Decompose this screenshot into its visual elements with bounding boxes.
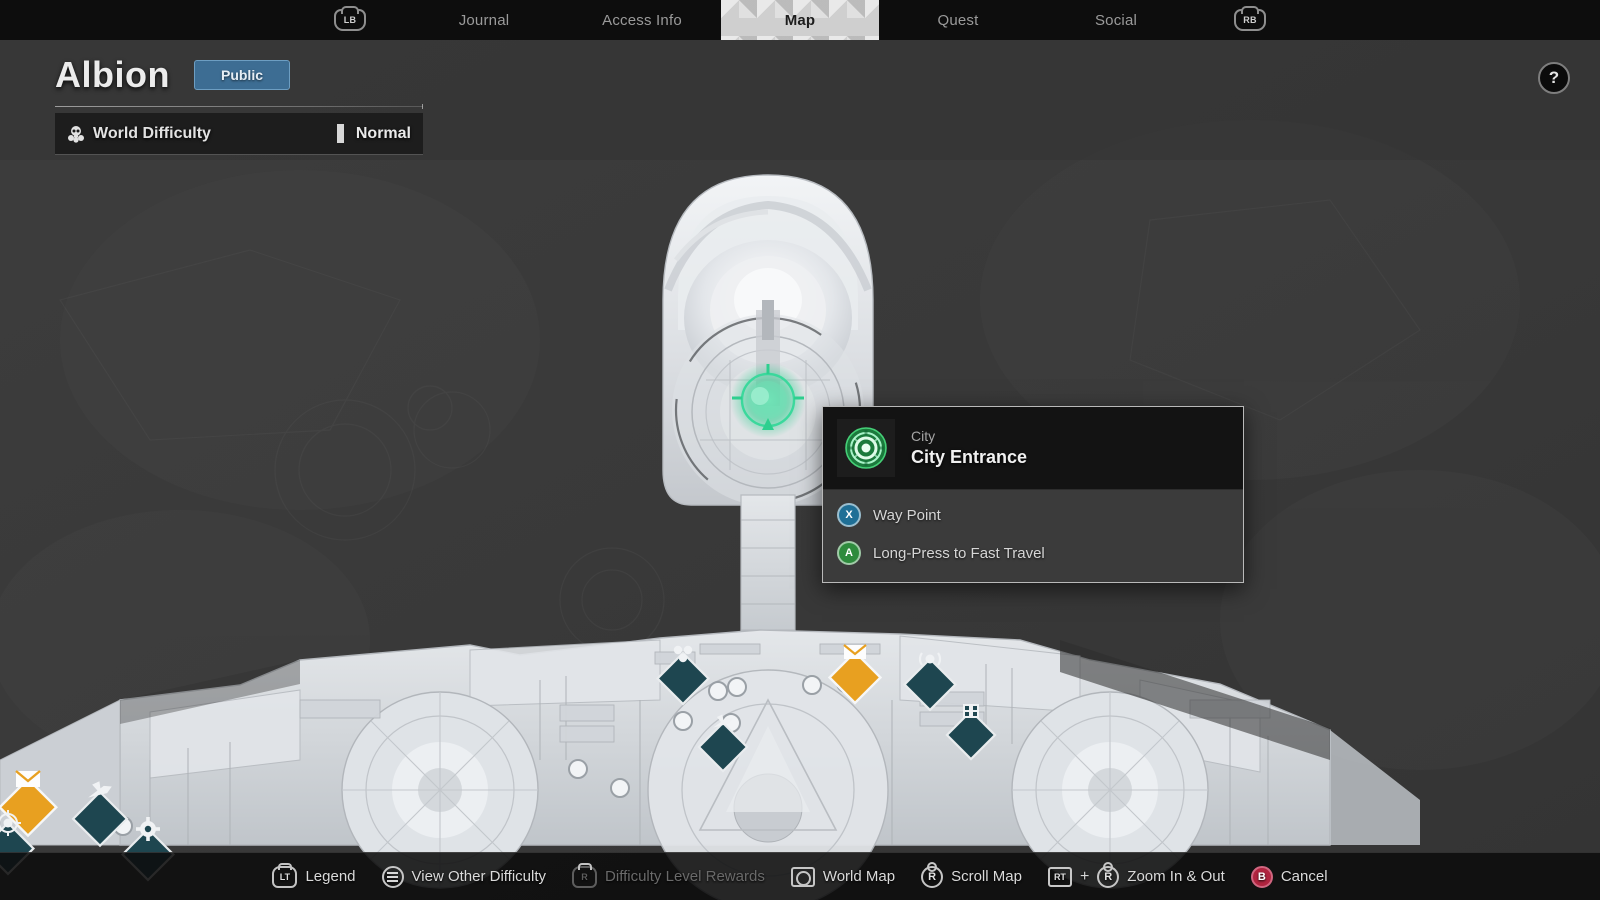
bottom-action-legend-label: Legend bbox=[305, 868, 356, 885]
rt-button-icon: RT bbox=[1047, 866, 1072, 887]
difficulty-level-bar bbox=[336, 124, 344, 143]
tab-quest-label: Quest bbox=[937, 11, 979, 29]
bottom-action-difficulty-level-rewards-label: Difficulty Level Rewards bbox=[605, 868, 765, 885]
menu-icon bbox=[381, 865, 404, 888]
page-title: Albion bbox=[55, 54, 170, 95]
tab-social-label: Social bbox=[1094, 11, 1138, 29]
bottom-action-zoom[interactable]: RT + R Zoom In & Out bbox=[1047, 865, 1225, 888]
bottom-action-cancel-label: Cancel bbox=[1280, 868, 1328, 885]
tab-journal[interactable]: Journal bbox=[405, 0, 563, 40]
bottom-action-legend[interactable]: LT Legend bbox=[272, 865, 356, 888]
bottom-action-cancel[interactable]: B Cancel bbox=[1250, 865, 1328, 888]
tooltip-category: City bbox=[911, 428, 936, 444]
b-button-icon: B bbox=[1250, 865, 1273, 888]
city-entrance-glyph bbox=[845, 427, 887, 469]
world-difficulty-left: World Difficulty bbox=[67, 125, 337, 143]
tab-journal-label: Journal bbox=[458, 11, 510, 29]
question-mark-icon: ? bbox=[1548, 68, 1560, 87]
world-difficulty-row[interactable]: World Difficulty Normal bbox=[55, 113, 423, 155]
world-map-icon bbox=[790, 866, 815, 887]
bottom-action-scroll-map-label: Scroll Map bbox=[951, 868, 1022, 885]
bottom-action-world-map[interactable]: World Map bbox=[790, 866, 896, 887]
bottom-action-bar: LT Legend View Other Difficulty R Diffic… bbox=[0, 852, 1600, 900]
right-stick-icon-2: R bbox=[1097, 865, 1120, 888]
tab-social[interactable]: Social bbox=[1037, 0, 1195, 40]
lt-trigger-icon: LT bbox=[272, 865, 298, 888]
header-divider bbox=[55, 104, 423, 109]
a-button-icon: A bbox=[837, 541, 861, 565]
left-bumper-button[interactable]: LB bbox=[295, 0, 405, 40]
rb-label: RB bbox=[1243, 15, 1257, 25]
action-way-point-label: Way Point bbox=[873, 506, 941, 524]
header-panel: Albion Public World Difficulty Normal ? bbox=[0, 40, 1600, 155]
action-fast-travel-label: Long-Press to Fast Travel bbox=[873, 544, 1045, 562]
bottom-action-view-other-difficulty-label: View Other Difficulty bbox=[411, 868, 547, 885]
lb-icon: LB bbox=[334, 9, 366, 31]
action-fast-travel[interactable]: A Long-Press to Fast Travel bbox=[823, 534, 1243, 572]
bottom-action-zoom-label: Zoom In & Out bbox=[1127, 868, 1225, 885]
tooltip-actions: X Way Point A Long-Press to Fast Travel bbox=[823, 490, 1243, 582]
bottom-action-scroll-map[interactable]: R Scroll Map bbox=[921, 865, 1022, 888]
bottom-action-world-map-label: World Map bbox=[822, 868, 896, 885]
title-row: Albion Public bbox=[0, 40, 1600, 96]
rt-trigger-icon: R bbox=[572, 865, 598, 888]
bottom-action-view-other-difficulty[interactable]: View Other Difficulty bbox=[381, 865, 547, 888]
map-marker-tooltip: City City Entrance X Way Point A Long-Pr… bbox=[822, 406, 1244, 583]
right-bumper-button[interactable]: RB bbox=[1195, 0, 1305, 40]
rb-icon: RB bbox=[1234, 9, 1266, 31]
action-way-point[interactable]: X Way Point bbox=[823, 496, 1243, 534]
world-difficulty-label: World Difficulty bbox=[93, 124, 211, 142]
skull-icon bbox=[68, 125, 84, 143]
help-button[interactable]: ? bbox=[1538, 62, 1570, 94]
plus-icon: + bbox=[1079, 867, 1090, 885]
tooltip-header: City City Entrance bbox=[823, 407, 1243, 490]
right-stick-icon: R bbox=[921, 865, 944, 888]
world-difficulty-value: Normal bbox=[355, 124, 411, 142]
lb-label: LB bbox=[343, 15, 357, 25]
player-position-marker bbox=[730, 362, 806, 438]
x-button-icon: X bbox=[837, 503, 861, 527]
bottom-action-difficulty-level-rewards: R Difficulty Level Rewards bbox=[572, 865, 765, 888]
top-navigation: LB Journal Access Info Map Quest Social … bbox=[0, 0, 1600, 40]
visibility-badge[interactable]: Public bbox=[193, 60, 290, 90]
tab-access-info[interactable]: Access Info bbox=[563, 0, 721, 40]
tab-access-info-label: Access Info bbox=[602, 11, 682, 29]
city-entrance-icon bbox=[837, 419, 895, 477]
tab-map[interactable]: Map bbox=[721, 0, 879, 40]
world-difficulty-right: Normal bbox=[336, 124, 411, 143]
tooltip-name: City Entrance bbox=[911, 447, 1028, 467]
tab-map-label: Map bbox=[784, 11, 816, 29]
tooltip-text: City City Entrance bbox=[911, 428, 1027, 468]
tab-quest[interactable]: Quest bbox=[879, 0, 1037, 40]
